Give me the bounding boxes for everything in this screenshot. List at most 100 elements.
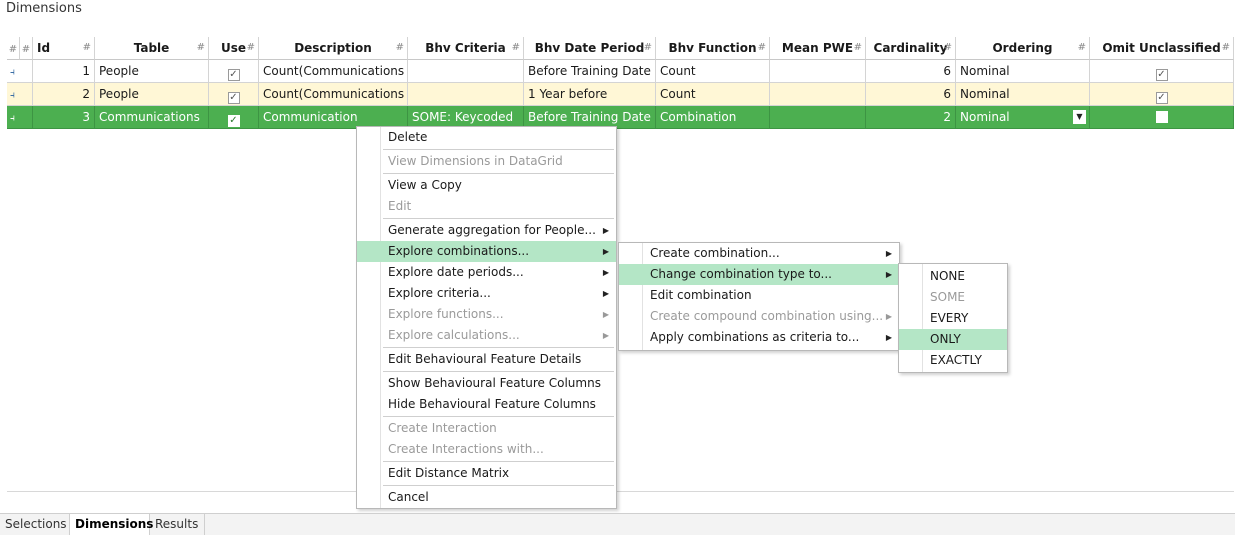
header-bhv-function[interactable]: Bhv Function #: [656, 37, 770, 60]
cell-omit-unclassified[interactable]: ✓: [1090, 60, 1234, 83]
header-id[interactable]: Id #: [33, 37, 95, 60]
row-indicator[interactable]: ⫞: [7, 83, 33, 106]
use-checkbox[interactable]: ✓: [227, 115, 240, 127]
cell-table[interactable]: People: [95, 83, 209, 106]
menu-item-generate-aggregation[interactable]: Generate aggregation for People... ▶: [357, 220, 616, 241]
cell-bhv-function[interactable]: Combination: [656, 106, 770, 129]
header-table[interactable]: Table #: [95, 37, 209, 60]
menu-item-delete[interactable]: Delete: [357, 127, 616, 148]
menu-separator: [383, 485, 614, 486]
header-mean-pwe[interactable]: Mean PWE #: [770, 37, 866, 60]
cell-id[interactable]: 2: [33, 83, 95, 106]
header-cardinality[interactable]: Cardinality #: [866, 37, 956, 60]
menu-item-edit[interactable]: Edit: [357, 196, 616, 217]
cell-ordering[interactable]: Nominal ▼: [956, 106, 1090, 129]
cell-description[interactable]: Count(Communications: [259, 60, 408, 83]
pin-icon: #: [1077, 42, 1086, 53]
tab-results[interactable]: Results: [150, 514, 205, 535]
use-checkbox[interactable]: ✓: [227, 92, 240, 104]
table-row[interactable]: ⫞ 2 People ✓ Count(Communications 1 Year…: [7, 83, 1234, 106]
pin-icon: #: [246, 42, 255, 53]
menu-item-type-some[interactable]: SOME: [899, 287, 1007, 308]
ordering-dropdown-icon[interactable]: ▼: [1073, 110, 1086, 124]
menu-item-cancel[interactable]: Cancel: [357, 487, 616, 508]
row-indicator[interactable]: ⫞: [7, 60, 33, 83]
combination-type-submenu: NONE SOME EVERY ONLY EXACTLY: [898, 263, 1008, 373]
pin-icon: #: [8, 44, 18, 55]
tab-selections[interactable]: Selections: [0, 514, 70, 535]
menu-item-type-every[interactable]: EVERY: [899, 308, 1007, 329]
cell-omit-unclassified[interactable]: [1090, 106, 1234, 129]
cell-bhv-date-period[interactable]: Before Training Date: [524, 60, 656, 83]
combinations-submenu: Create combination... ▶ Change combinatio…: [618, 242, 900, 351]
menu-item-apply-combinations-criteria[interactable]: Apply combinations as criteria to... ▶: [619, 327, 899, 348]
cell-bhv-function[interactable]: Count: [656, 60, 770, 83]
cell-use[interactable]: ✓: [209, 106, 259, 129]
menu-item-explore-criteria[interactable]: Explore criteria... ▶: [357, 283, 616, 304]
cell-bhv-date-period[interactable]: 1 Year before: [524, 83, 656, 106]
menu-item-explore-calculations[interactable]: Explore calculations... ▶: [357, 325, 616, 346]
header-description[interactable]: Description #: [259, 37, 408, 60]
omit-unclassified-checkbox[interactable]: [1155, 111, 1168, 123]
menu-item-edit-behavioural-details[interactable]: Edit Behavioural Feature Details: [357, 349, 616, 370]
cell-table[interactable]: People: [95, 60, 209, 83]
cell-mean-pwe[interactable]: [770, 83, 866, 106]
row-type-icon: ⫞: [10, 113, 15, 124]
menu-item-edit-combination[interactable]: Edit combination: [619, 285, 899, 306]
cell-cardinality[interactable]: 6: [866, 83, 956, 106]
submenu-arrow-icon: ▶: [602, 268, 609, 277]
cell-bhv-criteria[interactable]: [408, 60, 524, 83]
omit-unclassified-checkbox[interactable]: ✓: [1155, 92, 1168, 104]
cell-cardinality[interactable]: 2: [866, 106, 956, 129]
header-pin-2[interactable]: #: [20, 37, 33, 60]
menu-item-show-behavioural-columns[interactable]: Show Behavioural Feature Columns: [357, 373, 616, 394]
menu-item-explore-combinations[interactable]: Explore combinations... ▶: [357, 241, 616, 262]
menu-item-create-interaction[interactable]: Create Interaction: [357, 418, 616, 439]
tab-dimensions[interactable]: Dimensions: [70, 514, 153, 535]
cell-bhv-criteria[interactable]: [408, 83, 524, 106]
cell-ordering[interactable]: Nominal: [956, 60, 1090, 83]
menu-item-type-exactly[interactable]: EXACTLY: [899, 350, 1007, 371]
cell-id[interactable]: 3: [33, 106, 95, 129]
pin-icon: #: [943, 42, 952, 53]
omit-unclassified-checkbox[interactable]: ✓: [1155, 69, 1168, 81]
menu-item-view-copy[interactable]: View a Copy: [357, 175, 616, 196]
menu-item-view-dimensions-datagrid[interactable]: View Dimensions in DataGrid: [357, 151, 616, 172]
menu-item-create-compound-combination[interactable]: Create compound combination using... ▶: [619, 306, 899, 327]
menu-item-create-interactions-with[interactable]: Create Interactions with...: [357, 439, 616, 460]
menu-item-type-none[interactable]: NONE: [899, 266, 1007, 287]
cell-mean-pwe[interactable]: [770, 60, 866, 83]
table-row[interactable]: ⫞ 1 People ✓ Count(Communications Before…: [7, 60, 1234, 83]
pin-icon: #: [21, 44, 31, 55]
menu-item-explore-functions[interactable]: Explore functions... ▶: [357, 304, 616, 325]
header-ordering[interactable]: Ordering #: [956, 37, 1090, 60]
cell-table[interactable]: Communications: [95, 106, 209, 129]
submenu-arrow-icon: ▶: [885, 249, 892, 258]
use-checkbox[interactable]: ✓: [227, 69, 240, 81]
bottom-tab-strip: Selections Dimensions Results: [0, 513, 1235, 535]
header-bhv-date-period[interactable]: Bhv Date Period #: [524, 37, 656, 60]
cell-omit-unclassified[interactable]: ✓: [1090, 83, 1234, 106]
cell-id[interactable]: 1: [33, 60, 95, 83]
cell-cardinality[interactable]: 6: [866, 60, 956, 83]
cell-use[interactable]: ✓: [209, 83, 259, 106]
menu-item-change-combination-type[interactable]: Change combination type to... ▶: [619, 264, 899, 285]
menu-item-explore-date-periods[interactable]: Explore date periods... ▶: [357, 262, 616, 283]
cell-mean-pwe[interactable]: [770, 106, 866, 129]
header-omit-unclassified[interactable]: Omit Unclassified #: [1090, 37, 1234, 60]
menu-item-type-only[interactable]: ONLY: [899, 329, 1007, 350]
cell-description[interactable]: Count(Communications: [259, 83, 408, 106]
cell-use[interactable]: ✓: [209, 60, 259, 83]
grid-bottom-border: [7, 491, 1234, 492]
row-indicator[interactable]: ⫞: [7, 106, 33, 129]
cell-ordering[interactable]: Nominal: [956, 83, 1090, 106]
header-pin-1[interactable]: #: [7, 37, 20, 60]
menu-separator: [383, 461, 614, 462]
table-row-selected[interactable]: ⫞ 3 Communications ✓ Communication SOME:…: [7, 106, 1234, 129]
header-bhv-criteria[interactable]: Bhv Criteria #: [408, 37, 524, 60]
header-use[interactable]: Use #: [209, 37, 259, 60]
menu-item-hide-behavioural-columns[interactable]: Hide Behavioural Feature Columns: [357, 394, 616, 415]
menu-item-edit-distance-matrix[interactable]: Edit Distance Matrix: [357, 463, 616, 484]
menu-item-create-combination[interactable]: Create combination... ▶: [619, 243, 899, 264]
cell-bhv-function[interactable]: Count: [656, 83, 770, 106]
